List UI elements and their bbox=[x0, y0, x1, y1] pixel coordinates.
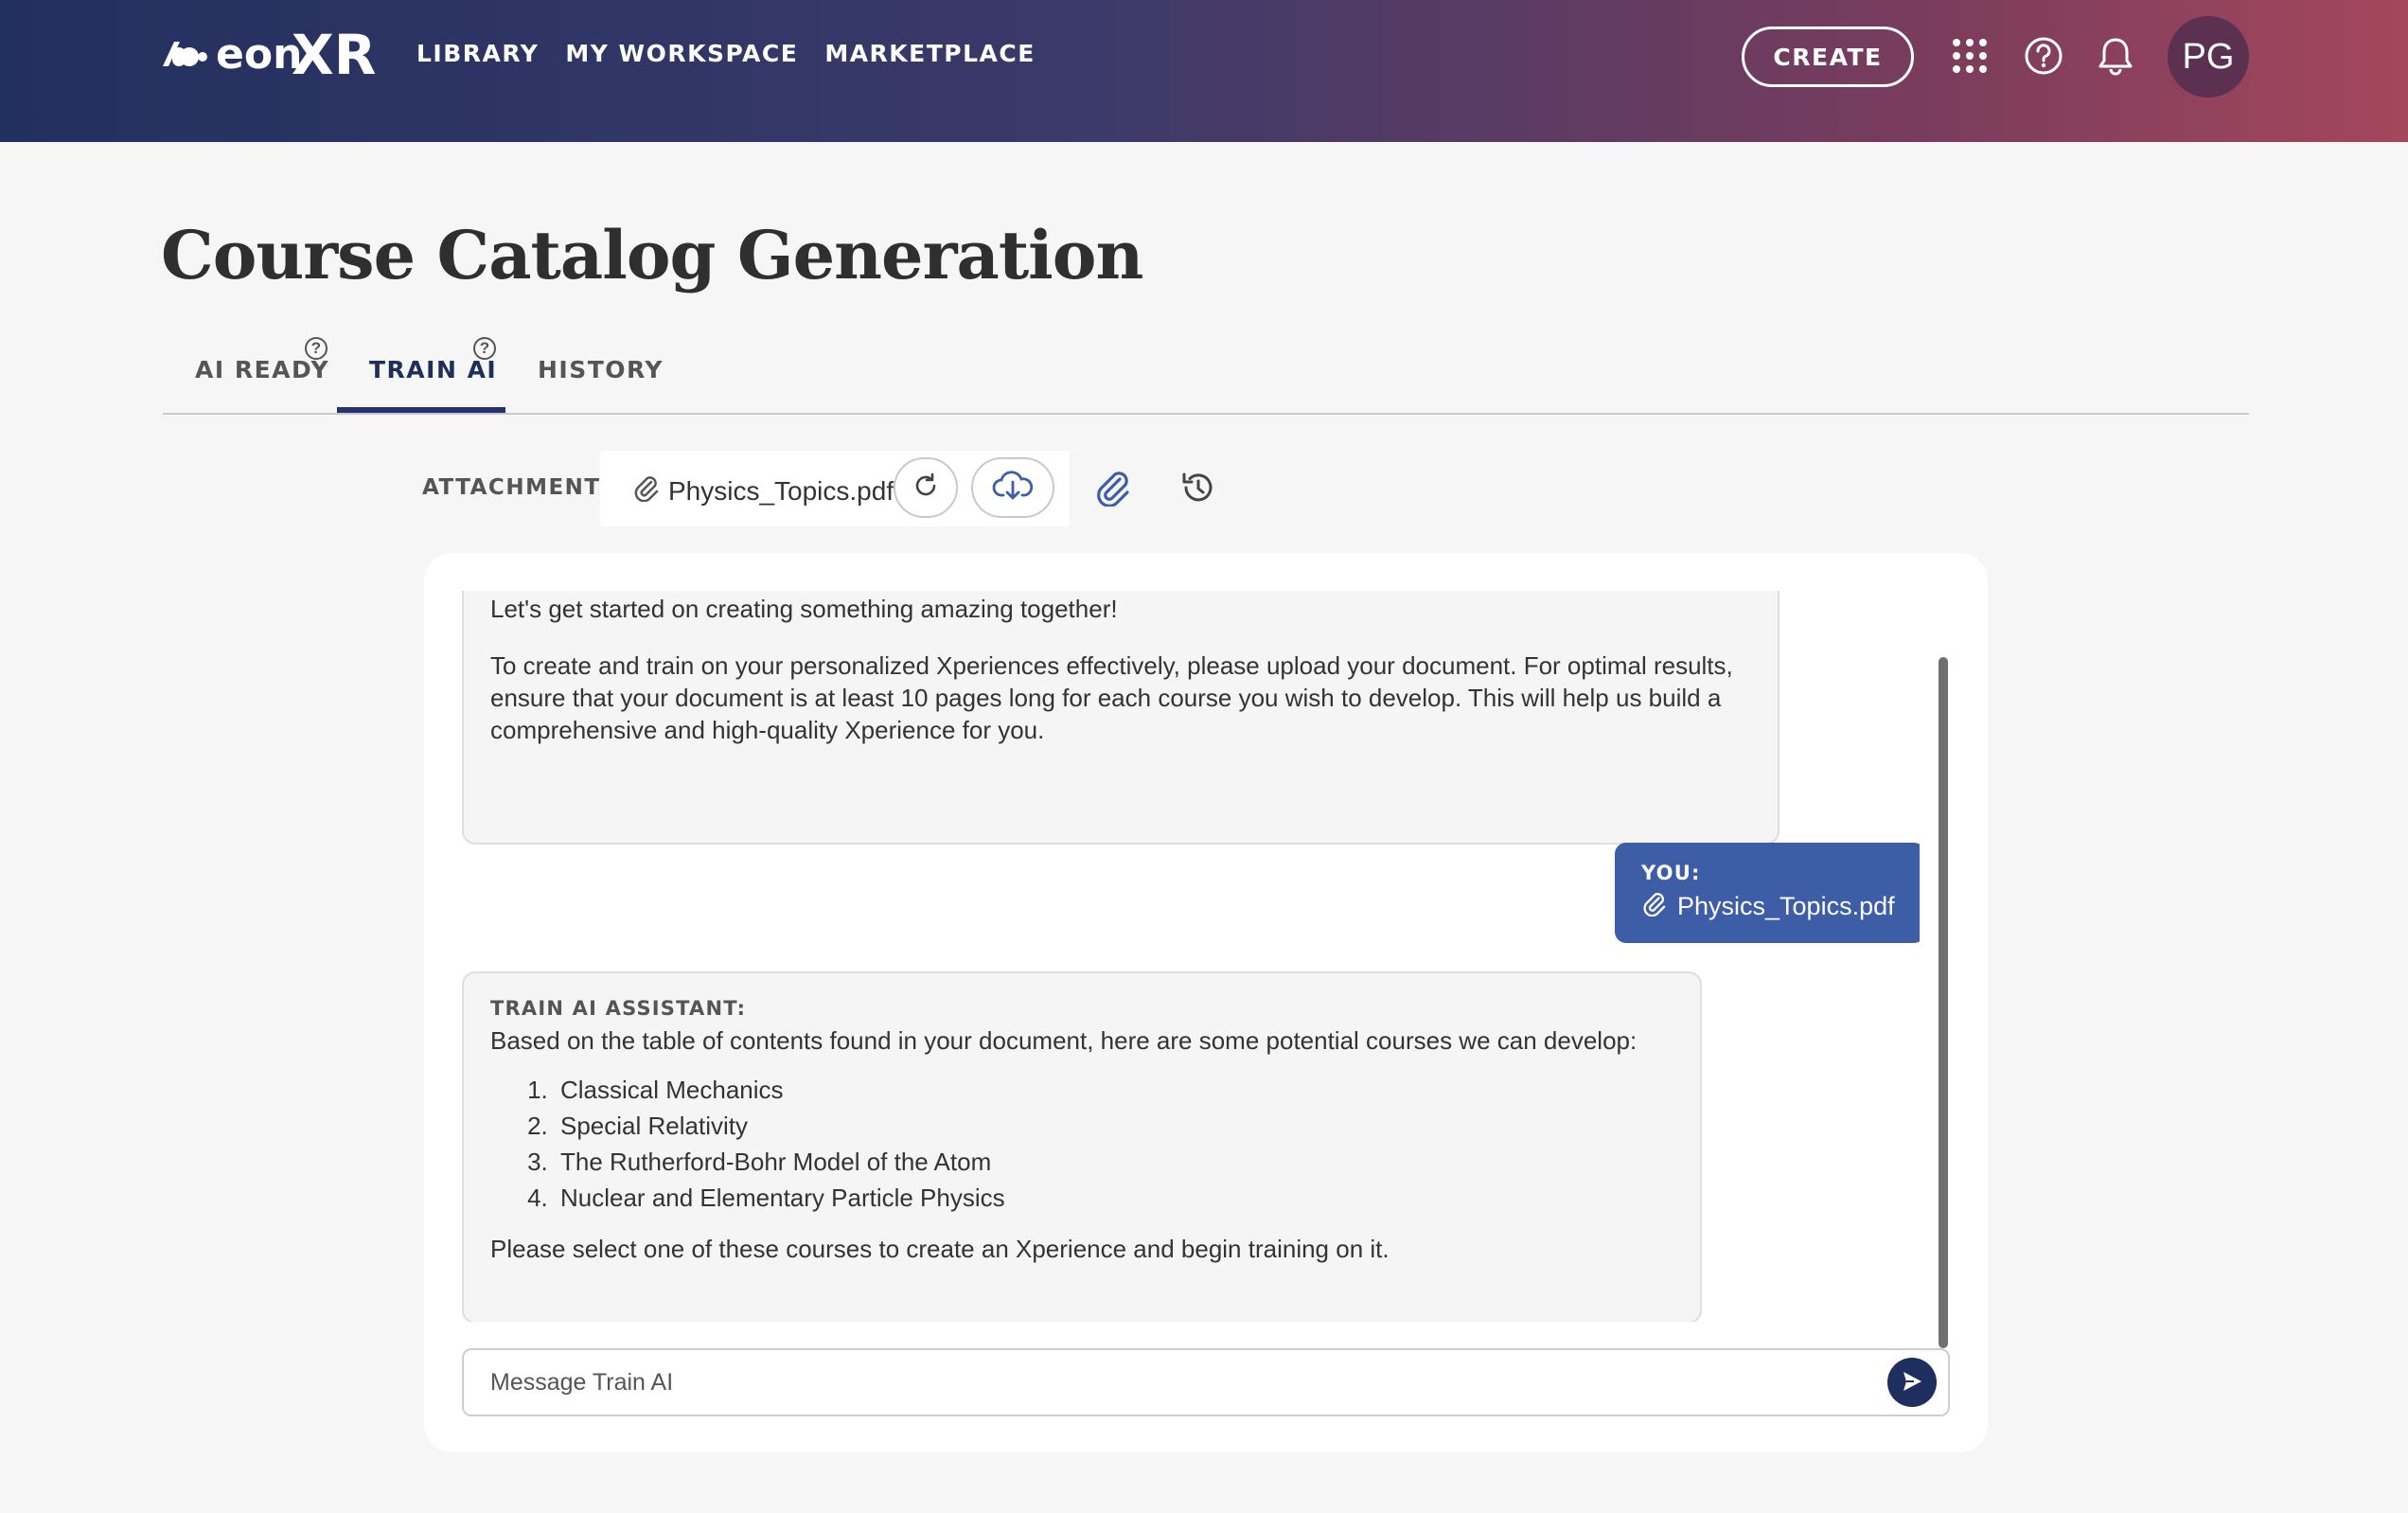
main-nav: LIBRARY MY WORKSPACE MARKETPLACE bbox=[416, 40, 1036, 67]
download-button[interactable] bbox=[971, 457, 1054, 518]
user-label: YOU: bbox=[1641, 862, 1701, 884]
user-attachment[interactable]: Physics_Topics.pdf bbox=[1641, 890, 1899, 923]
top-navigation-bar: eon XR LIBRARY MY WORKSPACE MARKETPLACE … bbox=[0, 0, 2408, 142]
tab-ai-ready[interactable]: AI READY bbox=[195, 356, 329, 383]
eonxr-logo-mark: eon XR bbox=[163, 25, 376, 81]
nav-library[interactable]: LIBRARY bbox=[416, 40, 539, 67]
chat-messages[interactable]: Let's get started on creating something … bbox=[462, 591, 1920, 1322]
course-item: Special Relativity bbox=[555, 1108, 1673, 1144]
assistant-intro-text: Based on the table of contents found in … bbox=[490, 1026, 1638, 1055]
nav-marketplace[interactable]: MARKETPLACE bbox=[824, 40, 1036, 67]
active-tab-indicator bbox=[337, 407, 505, 413]
user-attachment-name: Physics_Topics.pdf bbox=[1677, 892, 1895, 920]
chat-panel: Let's get started on creating something … bbox=[424, 553, 1988, 1452]
nav-my-workspace[interactable]: MY WORKSPACE bbox=[565, 40, 798, 67]
course-list: Classical Mechanics Special Relativity T… bbox=[490, 1072, 1673, 1216]
avatar[interactable]: PG bbox=[2168, 16, 2249, 98]
cloud-download-icon bbox=[992, 470, 1034, 507]
attachment-file[interactable]: Physics_Topics.pdf bbox=[632, 473, 894, 508]
help-icon[interactable] bbox=[2022, 34, 2065, 78]
eonxr-logo[interactable]: eon XR bbox=[161, 25, 388, 81]
paperclip-icon bbox=[632, 473, 659, 508]
tab-train-ai[interactable]: TRAIN AI bbox=[369, 356, 497, 383]
attachment-box: Physics_Topics.pdf bbox=[600, 451, 1070, 526]
course-item: The Rutherford-Bohr Model of the Atom bbox=[555, 1144, 1673, 1180]
send-button[interactable] bbox=[1887, 1358, 1937, 1407]
paperclip-icon bbox=[1641, 890, 1666, 923]
chat-scrollbar[interactable] bbox=[1939, 657, 1948, 1348]
ai-welcome-message: Let's get started on creating something … bbox=[462, 591, 1779, 845]
refresh-button[interactable] bbox=[894, 457, 958, 518]
attachment-label: ATTACHMENT bbox=[422, 475, 601, 500]
svg-text:XR: XR bbox=[292, 25, 376, 81]
message-input[interactable] bbox=[462, 1348, 1950, 1416]
send-icon bbox=[1899, 1368, 1925, 1397]
welcome-upload-text: To create and train on your personalized… bbox=[490, 651, 1733, 744]
page-title: Course Catalog Generation bbox=[161, 216, 1143, 294]
welcome-start-text: Let's get started on creating something … bbox=[490, 595, 1118, 623]
course-item: Nuclear and Elementary Particle Physics bbox=[555, 1180, 1673, 1216]
attach-icon[interactable] bbox=[1089, 464, 1136, 511]
assistant-label: TRAIN AI ASSISTANT: bbox=[490, 997, 747, 1020]
bell-icon[interactable] bbox=[2094, 34, 2137, 78]
course-item: Classical Mechanics bbox=[555, 1072, 1673, 1108]
ai-ready-help-icon[interactable]: ? bbox=[305, 337, 328, 360]
tab-history[interactable]: HISTORY bbox=[538, 356, 664, 383]
refresh-icon bbox=[912, 472, 940, 505]
attachment-file-name: Physics_Topics.pdf bbox=[668, 475, 894, 506]
assistant-message: TRAIN AI ASSISTANT: Based on the table o… bbox=[462, 971, 1702, 1322]
apps-grid-icon[interactable] bbox=[1948, 34, 1992, 78]
create-button[interactable]: CREATE bbox=[1742, 27, 1914, 87]
tab-bar: AI READY ? TRAIN AI ? HISTORY bbox=[163, 331, 2249, 415]
user-message: YOU: Physics_Topics.pdf bbox=[1615, 843, 1920, 943]
train-ai-help-icon[interactable]: ? bbox=[473, 337, 496, 360]
assistant-outro-text: Please select one of these courses to cr… bbox=[490, 1235, 1390, 1263]
logo-text: eon bbox=[216, 30, 302, 79]
history-icon[interactable] bbox=[1174, 464, 1221, 511]
